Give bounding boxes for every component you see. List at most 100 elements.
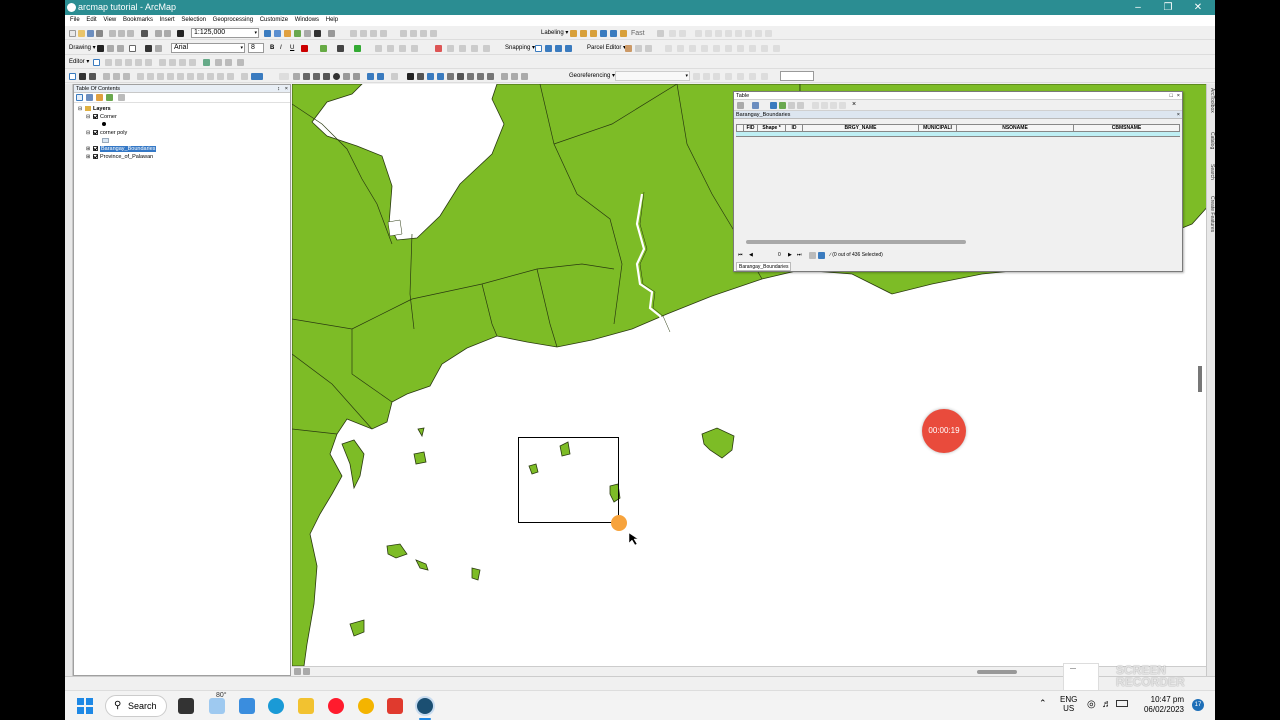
table-toolbar-close-icon[interactable]: × <box>852 101 856 108</box>
map-horizontal-scrollbar-thumb[interactable] <box>977 670 1017 674</box>
go-back-icon[interactable] <box>367 73 374 80</box>
menu-edit[interactable]: Edit <box>86 15 96 26</box>
toolbar-icon-h[interactable] <box>745 30 752 37</box>
toolbar-icon-s[interactable] <box>483 45 490 52</box>
georeferencing-menu[interactable]: Georeferencing ▾ <box>569 72 615 81</box>
pan-hand-icon[interactable] <box>323 73 330 80</box>
toolbar-icon-ac[interactable] <box>773 45 780 52</box>
toolbar-icon-a[interactable] <box>669 30 676 37</box>
labeling-menu[interactable]: Labeling ▾ <box>541 29 568 38</box>
toolbar-icon-y[interactable] <box>725 45 732 52</box>
menu-bookmarks[interactable]: Bookmarks <box>123 15 153 26</box>
toc-layer-province-of-palawan[interactable]: ⊞ Province_of_Palawan <box>86 154 153 161</box>
table-horizontal-scrollbar-thumb[interactable] <box>746 240 966 244</box>
column-header-cbmsname[interactable]: CBMSNAME <box>1074 125 1179 131</box>
first-record-icon[interactable]: ⏮ <box>738 250 743 260</box>
editor-tool-i-icon[interactable] <box>189 59 196 66</box>
zoom-out-icon[interactable] <box>313 73 320 80</box>
list-by-selection-icon[interactable] <box>106 94 113 101</box>
island[interactable] <box>415 559 429 571</box>
georef-e-icon[interactable] <box>737 73 744 80</box>
create-features-tab[interactable]: Create Features <box>1208 196 1215 232</box>
reshape-icon[interactable] <box>400 30 407 37</box>
label-priority-icon[interactable] <box>610 30 617 37</box>
text-icon[interactable] <box>145 45 152 52</box>
html-popup-icon[interactable] <box>437 73 444 80</box>
corner-point-symbol[interactable] <box>102 122 106 129</box>
print-icon[interactable] <box>96 30 103 37</box>
delete-selected-icon[interactable] <box>797 102 804 109</box>
related-tables-icon[interactable] <box>752 102 759 109</box>
tools-h-icon[interactable] <box>177 73 184 80</box>
hyperlink-icon[interactable] <box>427 73 434 80</box>
font-combo[interactable]: Arial ▾ <box>171 43 245 53</box>
tools-k-icon[interactable] <box>207 73 214 80</box>
font-size-combo[interactable]: 8 <box>248 43 264 53</box>
rectangle-icon[interactable] <box>129 45 136 52</box>
font-color-icon[interactable] <box>301 45 308 52</box>
previous-record-icon[interactable]: ◀ <box>749 250 753 260</box>
weather-widget-icon[interactable] <box>209 698 225 714</box>
island[interactable] <box>528 463 539 475</box>
catalog-tab[interactable]: Catalog <box>1208 132 1215 149</box>
toolbar-icon-j[interactable] <box>765 30 772 37</box>
sketch-properties-icon[interactable] <box>420 30 427 37</box>
delete-rows-icon[interactable] <box>839 102 846 109</box>
right-scrollbar-thumb[interactable] <box>1198 366 1202 392</box>
toolbar-icon-p[interactable] <box>447 45 454 52</box>
label-toolbar-options-icon[interactable] <box>657 30 664 37</box>
show-hidden-icons-icon[interactable]: ⌃ <box>1039 698 1047 709</box>
list-by-drawing-order-icon[interactable] <box>76 94 83 101</box>
row-selector-header[interactable] <box>737 125 744 131</box>
island[interactable] <box>701 427 735 459</box>
island[interactable] <box>341 439 365 490</box>
editor-toolbar-icon[interactable] <box>264 30 271 37</box>
pointer-tool-icon[interactable] <box>69 73 76 80</box>
tools-j-icon[interactable] <box>197 73 204 80</box>
menu-selection[interactable]: Selection <box>181 15 206 26</box>
toolbar-icon-d[interactable] <box>705 30 712 37</box>
toolbar-icon-aa[interactable] <box>749 45 756 52</box>
table-close-icon[interactable]: × <box>1177 92 1180 100</box>
parcel-tool-b-icon[interactable] <box>635 45 642 52</box>
toolbar-icon-e[interactable] <box>715 30 722 37</box>
list-by-visibility-icon[interactable] <box>96 94 103 101</box>
screen-recorder-timer[interactable]: 00:00:19 <box>922 409 966 453</box>
last-record-icon[interactable]: ⏭ <box>797 250 802 260</box>
column-header-id[interactable]: ID <box>786 125 803 131</box>
parcel-editor-menu[interactable]: Parcel Editor ▾ <box>587 44 626 53</box>
georef-d-icon[interactable] <box>725 73 732 80</box>
arcmap-taskbar-icon[interactable] <box>417 698 433 714</box>
georef-g-icon[interactable] <box>761 73 768 80</box>
windows-start-icon[interactable] <box>77 698 93 714</box>
catalog-icon[interactable] <box>284 30 291 37</box>
battery-icon[interactable] <box>1116 700 1128 707</box>
snapping-menu[interactable]: Snapping ▾ <box>505 44 535 53</box>
corner-point-marker[interactable] <box>611 515 627 531</box>
close-button[interactable]: ✕ <box>1183 0 1213 15</box>
clear-selection-icon[interactable] <box>788 102 795 109</box>
collapse-icon[interactable]: ⊟ <box>78 106 83 113</box>
python-icon[interactable] <box>314 30 321 37</box>
label-manager-icon[interactable] <box>570 30 577 37</box>
layer-visibility-checkbox[interactable] <box>93 146 98 152</box>
toolbar-icon-q[interactable] <box>459 45 466 52</box>
editor-tool-d-icon[interactable] <box>135 59 142 66</box>
swipe-icon[interactable] <box>521 73 528 80</box>
column-header-shape[interactable]: Shape * <box>758 125 786 131</box>
tools-a-icon[interactable] <box>103 73 110 80</box>
underline-button[interactable]: U <box>290 44 294 53</box>
toolbar-icon-c[interactable] <box>695 30 702 37</box>
column-header-fid[interactable]: FID <box>744 125 758 131</box>
corner-poly-symbol[interactable] <box>102 138 109 146</box>
toolbar-icon-x[interactable] <box>713 45 720 52</box>
toolbar-icon-o[interactable] <box>435 45 442 52</box>
select-features-icon[interactable] <box>79 73 86 80</box>
tools-b-icon[interactable] <box>113 73 120 80</box>
fixed-zoom-in-icon[interactable] <box>343 73 350 80</box>
editor-tool-e-icon[interactable] <box>145 59 152 66</box>
table-of-contents-icon[interactable] <box>274 30 281 37</box>
new-icon[interactable] <box>69 30 76 37</box>
select-by-attributes-icon[interactable] <box>770 102 777 109</box>
file-explorer-icon[interactable] <box>298 698 314 714</box>
